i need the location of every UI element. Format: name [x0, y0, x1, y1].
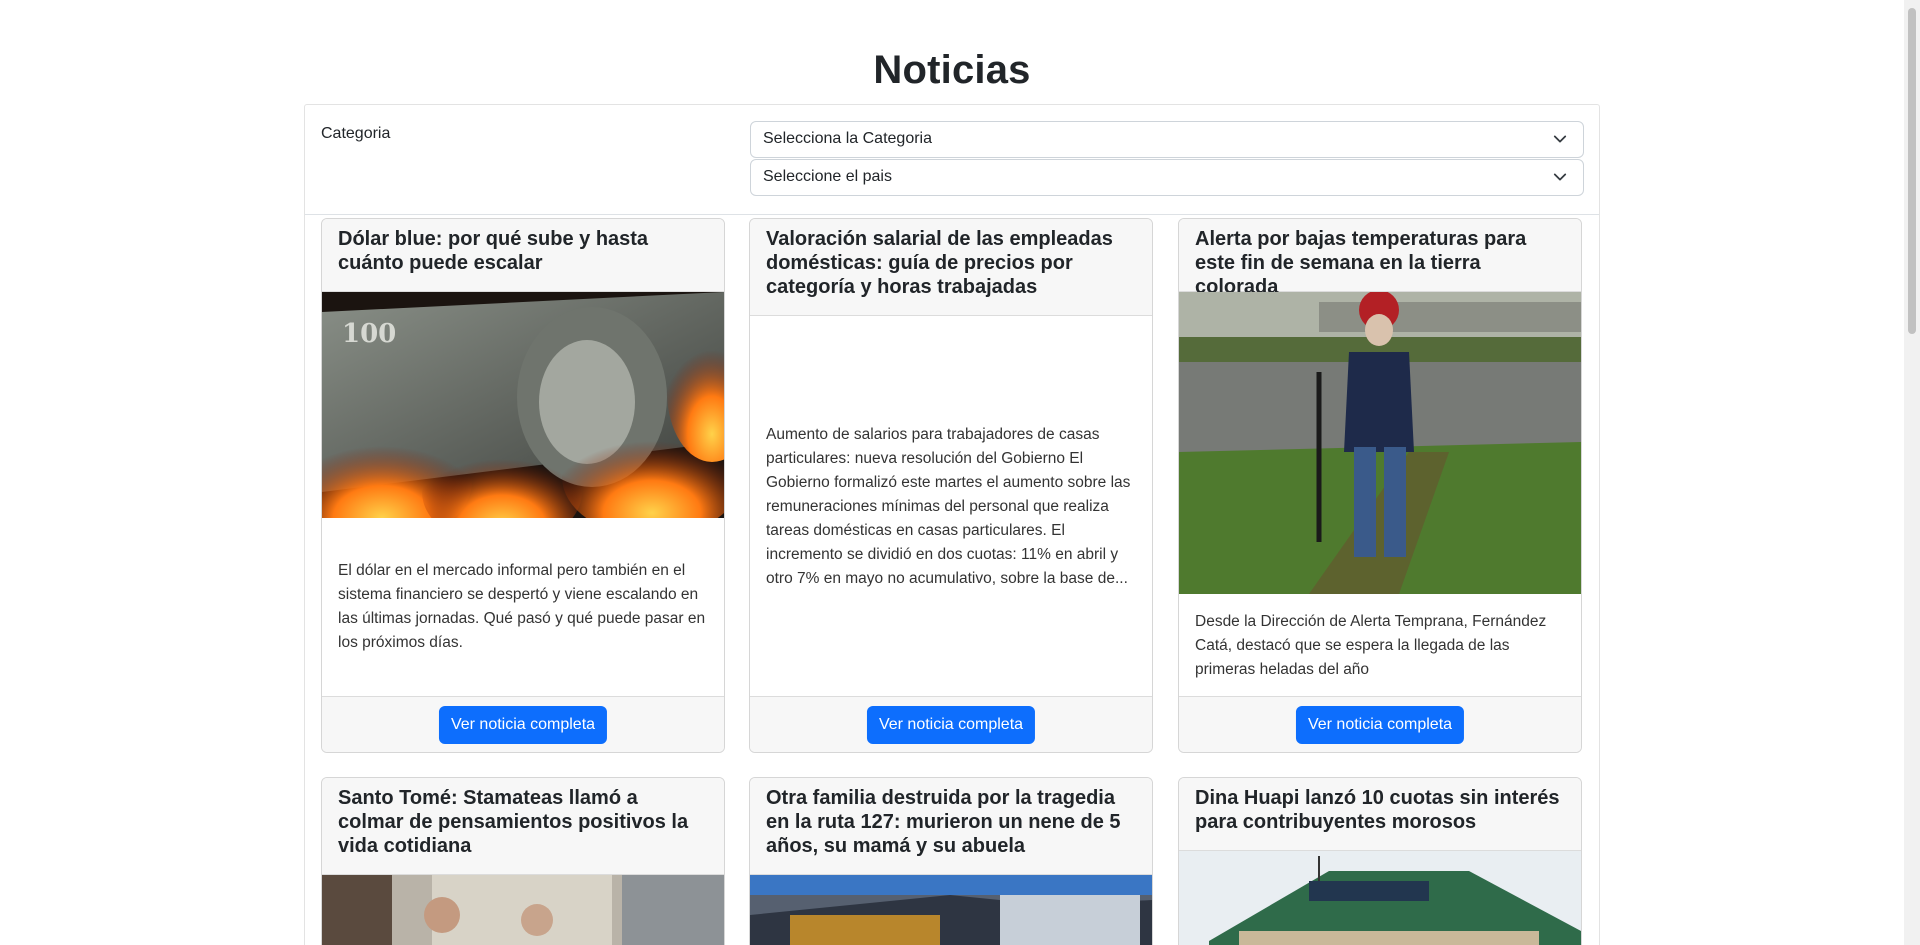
news-card-title: Santo Tomé: Stamateas llamó a colmar de …	[322, 778, 724, 875]
news-card: Santo Tomé: Stamateas llamó a colmar de …	[321, 777, 725, 945]
news-card-summary: Desde la Dirección de Alerta Temprana, F…	[1195, 613, 1547, 678]
news-card: Alerta por bajas temperaturas para este …	[1178, 218, 1582, 753]
news-card-footer: Ver noticia completa	[322, 696, 724, 752]
news-card: Dina Huapi lanzó 10 cuotas sin interés p…	[1178, 777, 1582, 945]
news-card-summary: Aumento de salarios para trabajadores de…	[766, 426, 1131, 587]
country-select-value: Seleccione el pais	[763, 168, 892, 185]
news-card-image	[750, 875, 1152, 945]
news-card-title: Dina Huapi lanzó 10 cuotas sin interés p…	[1179, 778, 1581, 851]
news-card-footer: Ver noticia completa	[1179, 696, 1581, 752]
category-select[interactable]: Selecciona la Categoria	[750, 121, 1584, 158]
chevron-down-icon	[1553, 135, 1567, 143]
news-card-title: Valoración salarial de las empleadas dom…	[750, 219, 1152, 316]
news-card: Valoración salarial de las empleadas dom…	[749, 218, 1153, 753]
news-card-image: 100	[322, 292, 724, 518]
vertical-scrollbar[interactable]	[1904, 0, 1920, 945]
news-card: Dólar blue: por qué sube y hasta cuánto …	[321, 218, 725, 753]
scrollbar-thumb[interactable]	[1908, 8, 1916, 334]
country-select[interactable]: Seleccione el pais	[750, 159, 1584, 196]
category-select-value: Selecciona la Categoria	[763, 130, 932, 147]
read-full-news-button[interactable]: Ver noticia completa	[438, 706, 608, 744]
page-title: Noticias	[873, 48, 1031, 92]
read-full-news-button[interactable]: Ver noticia completa	[866, 706, 1036, 744]
news-card-title: Dólar blue: por qué sube y hasta cuánto …	[322, 219, 724, 292]
news-card-summary: El dólar en el mercado informal pero tam…	[338, 562, 706, 651]
filter-bar: Categoria Selecciona la Categoria Selecc…	[305, 105, 1599, 215]
read-full-news-button[interactable]: Ver noticia completa	[1295, 706, 1465, 744]
news-card-title: Alerta por bajas temperaturas para este …	[1179, 219, 1581, 298]
news-card: Otra familia destruida por la tragedia e…	[749, 777, 1153, 945]
svg-text:100: 100	[342, 319, 396, 349]
news-card-image	[1179, 851, 1581, 945]
category-label: Categoria	[321, 125, 391, 142]
news-card-footer: Ver noticia completa	[750, 696, 1152, 752]
news-card-title: Otra familia destruida por la tragedia e…	[750, 778, 1152, 875]
news-card-image	[1179, 292, 1581, 594]
chevron-down-icon	[1553, 173, 1567, 181]
news-card-image	[322, 875, 724, 945]
